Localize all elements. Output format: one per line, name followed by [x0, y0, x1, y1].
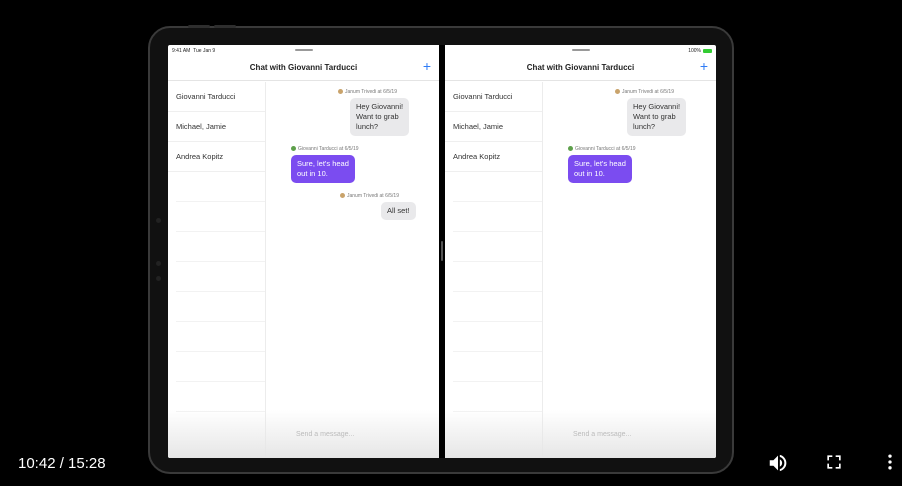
- empty-row: [176, 262, 265, 292]
- empty-row: [176, 202, 265, 232]
- message-bubble-outgoing: Sure, let's head out in 10.: [568, 155, 632, 183]
- empty-row: [176, 292, 265, 322]
- battery-icon: [703, 48, 712, 53]
- empty-row: [176, 232, 265, 262]
- video-stage[interactable]: 9:41 AM Tue Jan 9 Chat with Giovanni Tar…: [0, 0, 902, 486]
- volume-icon[interactable]: [767, 452, 789, 479]
- message-bubble-incoming: Hey Giovanni! Want to grab lunch?: [350, 98, 410, 136]
- avatar: [568, 146, 573, 152]
- empty-row: [453, 202, 542, 232]
- contact-list: Giovanni Tarducci Michael, Jamie Andrea …: [168, 82, 266, 458]
- nav-title: Chat with Giovanni Tarducci: [249, 63, 358, 72]
- message-bubble-outgoing: Sure, let's head out in 10.: [291, 155, 355, 183]
- empty-row: [176, 382, 265, 412]
- message-meta: Janum Trivedi at 6/5/19: [338, 89, 397, 95]
- contact-item[interactable]: Giovanni Tarducci: [445, 82, 542, 112]
- nav-bar: Chat with Giovanni Tarducci +: [445, 55, 716, 81]
- video-timecode: 10:42 / 15:28: [18, 455, 106, 472]
- message-meta: Giovanni Tarducci at 6/5/19: [291, 146, 359, 152]
- message-bubble-incoming: Hey Giovanni! Want to grab lunch?: [627, 98, 687, 136]
- left-app-pane: 9:41 AM Tue Jan 9 Chat with Giovanni Tar…: [168, 45, 439, 458]
- message-meta: Janum Trivedi at 6/5/19: [615, 89, 674, 95]
- chat-area: Janum Trivedi at 6/5/19 Hey Giovanni! Wan…: [266, 82, 439, 458]
- nav-title: Chat with Giovanni Tarducci: [526, 63, 635, 72]
- nav-bar: Chat with Giovanni Tarducci +: [168, 55, 439, 81]
- empty-row: [453, 322, 542, 352]
- contact-item[interactable]: Michael, Jamie: [168, 112, 265, 142]
- volume-hardware-button: [214, 25, 236, 28]
- contact-item[interactable]: Michael, Jamie: [445, 112, 542, 142]
- add-chat-button[interactable]: +: [423, 58, 431, 74]
- multitask-grabber[interactable]: [571, 49, 590, 51]
- status-time: 9:41 AM Tue Jan 9: [172, 48, 216, 54]
- status-battery: 100%: [688, 48, 712, 54]
- message-bubble-incoming: All set!: [381, 202, 416, 220]
- more-vert-icon[interactable]: [885, 452, 895, 477]
- message-meta: Janum Trivedi at 6/5/19: [340, 193, 399, 199]
- camera-dot: [156, 276, 161, 281]
- avatar: [615, 89, 620, 95]
- empty-row: [453, 172, 542, 202]
- split-handle[interactable]: [441, 241, 443, 261]
- add-chat-button[interactable]: +: [700, 58, 708, 74]
- empty-row: [453, 232, 542, 262]
- empty-row: [176, 322, 265, 352]
- message-input[interactable]: Send a message...: [543, 431, 716, 438]
- right-app-pane: 100% Chat with Giovanni Tarducci + Giova…: [445, 45, 716, 458]
- empty-row: [453, 352, 542, 382]
- empty-row: [176, 352, 265, 382]
- message-meta: Giovanni Tarducci at 6/5/19: [568, 146, 636, 152]
- avatar: [291, 146, 296, 152]
- empty-row: [176, 172, 265, 202]
- empty-row: [453, 262, 542, 292]
- contact-item[interactable]: Andrea Kopitz: [445, 142, 542, 172]
- status-bar: 100%: [445, 45, 716, 55]
- camera-dot: [156, 218, 161, 223]
- chat-area: Janum Trivedi at 6/5/19 Hey Giovanni! Wan…: [543, 82, 716, 458]
- multitask-grabber[interactable]: [294, 49, 313, 51]
- status-bar: 9:41 AM Tue Jan 9: [168, 45, 439, 55]
- contact-item[interactable]: Andrea Kopitz: [168, 142, 265, 172]
- avatar: [338, 89, 343, 95]
- contact-list: Giovanni Tarducci Michael, Jamie Andrea …: [445, 82, 543, 458]
- ipad-device: 9:41 AM Tue Jan 9 Chat with Giovanni Tar…: [148, 25, 734, 474]
- avatar: [340, 193, 345, 199]
- volume-hardware-button: [188, 25, 210, 28]
- fullscreen-icon[interactable]: [824, 452, 844, 477]
- contact-item[interactable]: Giovanni Tarducci: [168, 82, 265, 112]
- camera-dot: [156, 261, 161, 266]
- empty-row: [453, 382, 542, 412]
- message-input[interactable]: Send a message...: [266, 431, 439, 438]
- ipad-screen: 9:41 AM Tue Jan 9 Chat with Giovanni Tar…: [168, 45, 716, 458]
- empty-row: [453, 292, 542, 322]
